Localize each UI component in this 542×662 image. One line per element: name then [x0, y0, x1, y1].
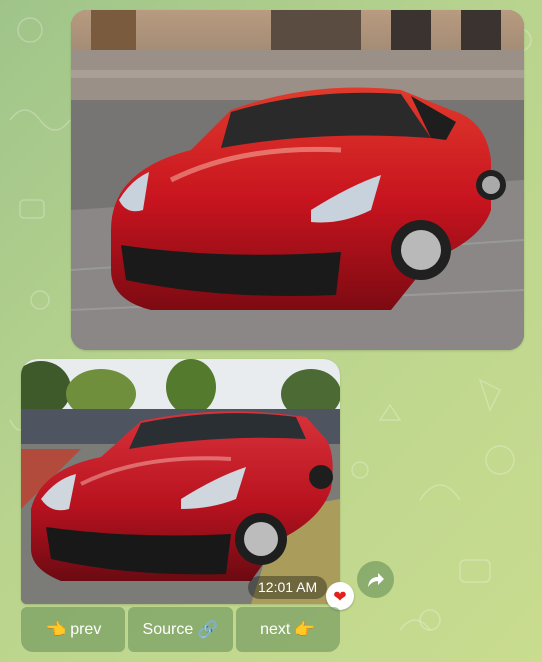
car-photo-2[interactable]	[21, 359, 340, 604]
prev-button[interactable]: 👈 prev	[21, 607, 126, 652]
next-button[interactable]: next 👉	[235, 607, 340, 652]
link-icon: 🔗	[197, 619, 219, 639]
share-button[interactable]	[357, 561, 394, 598]
point-right-icon: 👉	[294, 619, 316, 639]
source-button[interactable]: Source 🔗	[128, 607, 233, 652]
share-arrow-icon	[367, 572, 384, 587]
prev-label: prev	[70, 620, 102, 638]
car-photo-1[interactable]	[71, 10, 524, 350]
heart-reaction-icon[interactable]: ❤	[326, 582, 354, 610]
source-label: Source	[142, 620, 194, 638]
message-timestamp: 12:01 AM	[248, 576, 328, 599]
point-left-icon: 👈	[45, 619, 67, 639]
next-label: next	[260, 620, 291, 638]
inline-keyboard: 👈 prev Source 🔗 next 👉	[21, 607, 340, 652]
